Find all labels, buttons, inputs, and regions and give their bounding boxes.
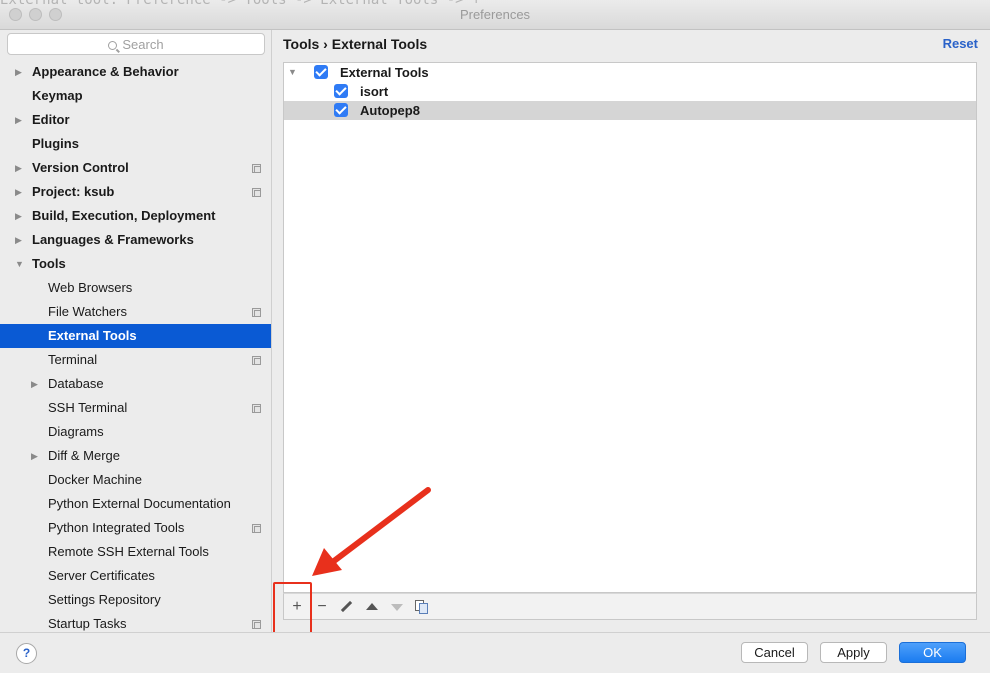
- sidebar-item-label: Diff & Merge: [48, 448, 121, 463]
- breadcrumb: Tools › External Tools: [283, 36, 428, 52]
- sidebar-item[interactable]: Settings Repository: [0, 588, 271, 612]
- sidebar-item-label: Terminal: [48, 352, 98, 367]
- sidebar-item[interactable]: Remote SSH External Tools: [0, 540, 271, 564]
- sidebar-item[interactable]: ▶ Editor: [0, 108, 271, 132]
- sidebar-item-label: Tools: [32, 256, 66, 271]
- chevron-right-icon[interactable]: ▶: [15, 180, 22, 204]
- search-input[interactable]: Search: [7, 33, 265, 55]
- project-level-icon: [252, 188, 261, 197]
- sidebar-item[interactable]: Web Browsers: [0, 276, 271, 300]
- tool-row[interactable]: isort: [284, 82, 976, 101]
- tool-label: isort: [360, 84, 389, 99]
- sidebar-item-label: Docker Machine: [48, 472, 142, 487]
- chevron-down-icon[interactable]: ▼: [15, 252, 24, 276]
- sidebar-item-label: Python External Documentation: [48, 496, 231, 511]
- project-level-icon: [252, 620, 261, 629]
- sidebar-item-label: Database: [48, 376, 104, 391]
- chevron-right-icon[interactable]: ▶: [15, 228, 22, 252]
- sidebar-item[interactable]: ▶ Languages & Frameworks: [0, 228, 271, 252]
- arrow-down-icon: [391, 604, 403, 611]
- chevron-right-icon[interactable]: ▶: [31, 444, 38, 468]
- expand-triangle-icon[interactable]: ▼: [288, 63, 297, 82]
- sidebar-item-label: Languages & Frameworks: [32, 232, 194, 247]
- sidebar-item-label: Project: ksub: [32, 184, 115, 199]
- sidebar-item[interactable]: ▼ Tools: [0, 252, 271, 276]
- project-level-icon: [252, 524, 261, 533]
- sidebar-item[interactable]: Terminal: [0, 348, 271, 372]
- chevron-right-icon[interactable]: ▶: [15, 156, 22, 180]
- dialog-footer: ? Cancel Apply OK: [0, 632, 990, 673]
- remove-tool-button[interactable]: −: [312, 597, 332, 617]
- sidebar-item[interactable]: Server Certificates: [0, 564, 271, 588]
- sidebar-item[interactable]: ▶ Database: [0, 372, 271, 396]
- chevron-right-icon[interactable]: ▶: [15, 204, 22, 228]
- sidebar-item[interactable]: Docker Machine: [0, 468, 271, 492]
- sidebar-item[interactable]: Plugins: [0, 132, 271, 156]
- sidebar-item[interactable]: ▶ Build, Execution, Deployment: [0, 204, 271, 228]
- cancel-button[interactable]: Cancel: [741, 642, 808, 663]
- search-icon: [108, 41, 118, 50]
- sidebar-item-label: Remote SSH External Tools: [48, 544, 209, 559]
- search-placeholder: Search: [122, 37, 164, 52]
- sidebar-item[interactable]: SSH Terminal: [0, 396, 271, 420]
- sidebar-item-label: Server Certificates: [48, 568, 155, 583]
- sidebar-item-label: Startup Tasks: [48, 616, 127, 631]
- sidebar-item[interactable]: ▶ Project: ksub: [0, 180, 271, 204]
- sidebar-item[interactable]: Python External Documentation: [0, 492, 271, 516]
- chevron-right-icon[interactable]: ▶: [15, 60, 22, 84]
- help-button[interactable]: ?: [16, 643, 37, 664]
- tool-label: Autopep8: [360, 103, 420, 118]
- ok-button[interactable]: OK: [899, 642, 966, 663]
- checkbox-checked-icon[interactable]: [334, 84, 348, 98]
- sidebar-item[interactable]: ▶ Version Control: [0, 156, 271, 180]
- sidebar-item[interactable]: External Tools: [0, 324, 271, 348]
- sidebar-item-label: Diagrams: [48, 424, 104, 439]
- sidebar-item[interactable]: Keymap: [0, 84, 271, 108]
- sidebar-item-label: Keymap: [32, 88, 83, 103]
- settings-sidebar: Search ▶ Appearance & Behavior Keymap ▶ Edit…: [0, 30, 272, 632]
- sidebar-item-label: Version Control: [32, 160, 129, 175]
- apply-button[interactable]: Apply: [820, 642, 887, 663]
- sidebar-item[interactable]: ▶ Diff & Merge: [0, 444, 271, 468]
- sidebar-item-label: File Watchers: [48, 304, 127, 319]
- sidebar-item-label: Web Browsers: [48, 280, 133, 295]
- annotation-arrow-icon: [312, 487, 431, 576]
- sidebar-item-label: Plugins: [32, 136, 79, 151]
- chevron-right-icon[interactable]: ▶: [31, 372, 38, 396]
- tools-toolbar: + −: [283, 593, 977, 620]
- reset-link[interactable]: Reset: [943, 36, 978, 51]
- project-level-icon: [252, 164, 261, 173]
- sidebar-item-label: Python Integrated Tools: [48, 520, 185, 535]
- title-bar: External tool: Preference -> Tools -> Ex…: [0, 0, 990, 30]
- project-level-icon: [252, 404, 261, 413]
- sidebar-item-label: SSH Terminal: [48, 400, 128, 415]
- edit-tool-button[interactable]: [336, 597, 356, 617]
- pencil-icon: [340, 600, 353, 613]
- sidebar-item-label: Appearance & Behavior: [32, 64, 179, 79]
- sidebar-item[interactable]: ▶ Appearance & Behavior: [0, 60, 271, 84]
- move-up-button[interactable]: [361, 597, 381, 617]
- checkbox-checked-icon[interactable]: [314, 65, 328, 79]
- chevron-right-icon[interactable]: ▶: [15, 108, 22, 132]
- sidebar-item[interactable]: File Watchers: [0, 300, 271, 324]
- tool-group-row[interactable]: ▼ External Tools: [284, 63, 976, 82]
- project-level-icon: [252, 356, 261, 365]
- sidebar-item-label: Settings Repository: [48, 592, 161, 607]
- tool-group-label: External Tools: [340, 65, 429, 80]
- sidebar-item-label: Editor: [32, 112, 70, 127]
- checkbox-checked-icon[interactable]: [334, 103, 348, 117]
- sidebar-item[interactable]: Diagrams: [0, 420, 271, 444]
- copy-tool-button[interactable]: [411, 597, 431, 617]
- arrow-up-icon: [366, 603, 378, 610]
- project-level-icon: [252, 308, 261, 317]
- sidebar-item-label: Build, Execution, Deployment: [32, 208, 216, 223]
- sidebar-item[interactable]: Python Integrated Tools: [0, 516, 271, 540]
- move-down-button[interactable]: [386, 597, 406, 617]
- sidebar-item-label: External Tools: [48, 328, 137, 343]
- tool-row[interactable]: Autopep8: [284, 101, 976, 120]
- sidebar-item[interactable]: Startup Tasks: [0, 612, 271, 632]
- window-title: Preferences: [459, 7, 531, 22]
